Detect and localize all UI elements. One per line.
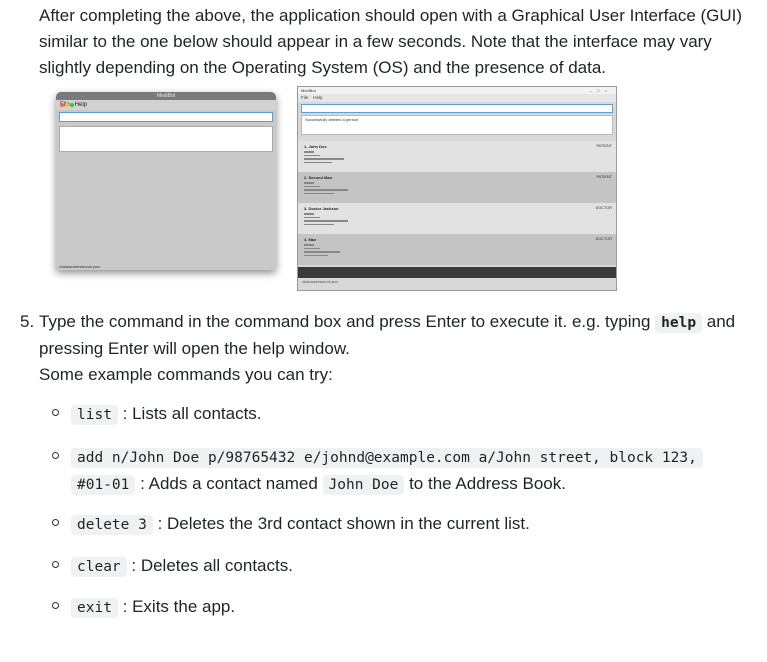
person-tag: PATIENT [596,144,612,148]
code-add: add n/John Doe p/98765432 e/johnd@exampl… [71,448,703,468]
window-controls-icon: –□× [590,88,612,93]
code-help: help [655,313,703,333]
person-name: 4. Max [304,237,317,242]
code-john-doe: John Doe [322,475,405,495]
mac-titlebar: MediBot [56,92,276,107]
bullet-icon [52,561,59,568]
bullet-icon [52,519,59,526]
list-item: add n/John Doe p/98765432 e/johnd@exampl… [71,444,751,498]
win-menu-help: Help [313,95,323,100]
code-add-cont: #01-01 [71,475,136,495]
example-desc: : Lists all contacts. [117,404,262,423]
person-card: 2. Second Man PATIENT [298,172,616,203]
mac-command-box [59,112,273,122]
example-desc: : Adds a contact named [135,474,323,493]
person-card: 1. John Doe PATIENT [298,141,616,172]
person-name: 1. John Doe [304,144,327,149]
person-name: 2. Second Man [304,175,333,180]
person-tag: PATIENT [596,175,612,179]
list-item: clear : Deletes all contacts. [71,553,751,580]
code-list: list [71,405,118,425]
person-card: 3. Doctor Jackson DOCTOR [298,203,616,234]
win-menu-file: File [301,95,309,100]
bullet-icon [52,602,59,609]
mac-menu-help: Help [74,102,88,108]
person-tag: DOCTOR [595,206,612,210]
step-text-before: Type the command in the command box and … [39,312,656,331]
example-desc-2: to the Address Book. [404,474,566,493]
step-number: 5. [20,312,35,331]
mac-status-footer: ./data/addressbook.json [58,264,101,269]
person-card: 4. Max DOCTOR [298,234,616,265]
mac-window-title: MediBot [156,93,176,99]
win-menubar: File Help [298,94,616,102]
person-tag: DOCTOR [595,237,612,241]
code-exit: exit [71,598,118,618]
intro-paragraph: After completing the above, the applicat… [39,6,743,77]
example-desc: : Deletes the 3rd contact shown in the c… [152,514,530,533]
mac-menubar: FileHelp [56,100,276,110]
list-item: list : Lists all contacts. [71,401,751,428]
maximize-dot-icon [70,103,74,107]
bullet-icon [52,409,59,416]
win-command-box [301,104,613,113]
list-item: exit : Exits the app. [71,594,751,621]
code-delete: delete 3 [71,515,153,535]
minimize-dot-icon [65,103,69,107]
win-dark-bar [298,267,616,278]
win-titlebar: MediBot –□× [298,87,616,94]
person-name: 3. Doctor Jackson [304,206,339,211]
example-desc: : Exits the app. [117,597,236,616]
step-line2: Some example commands you can try: [39,365,333,384]
step-text: Type the command in the command box and … [39,309,744,388]
close-dot-icon [60,103,64,107]
code-clear: clear [71,557,127,577]
list-item: delete 3 : Deletes the 3rd contact shown… [71,511,751,538]
win-result-box: Successfully deleted a person [301,115,613,135]
gui-screenshot-mac: MediBot FileHelp ./data/addressbook.json [56,92,276,270]
gui-screenshot-windows: MediBot –□× File Help Successfully delete… [297,86,617,291]
bullet-icon [52,452,59,459]
example-desc: : Deletes all contacts. [126,556,293,575]
win-window-title: MediBot [301,88,316,93]
mac-result-box [59,126,273,152]
win-status-footer: ./data/addressbook.json [301,280,339,284]
